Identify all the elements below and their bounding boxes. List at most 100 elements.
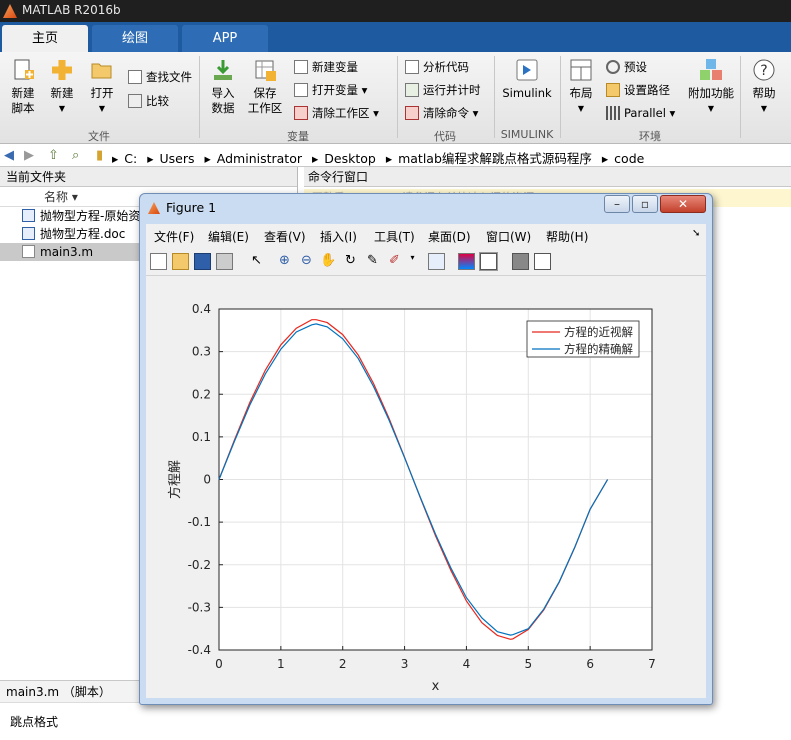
matlab-logo-icon <box>148 202 160 214</box>
analyze-code-button[interactable]: 分析代码 <box>405 58 469 76</box>
open-variable-icon <box>294 83 308 97</box>
link-plot-icon[interactable] <box>428 253 445 270</box>
colorbar-icon[interactable] <box>458 253 475 270</box>
brush-icon[interactable]: ✐ <box>386 253 403 270</box>
folder-icon: ▮ <box>96 148 104 163</box>
back-arrow-icon[interactable]: ◀ <box>4 148 14 163</box>
close-button[interactable]: ✕ <box>660 195 706 213</box>
find-files-button[interactable]: 查找文件 <box>128 68 192 86</box>
minimize-button[interactable]: – <box>604 195 630 213</box>
menu-insert[interactable]: 插入(I) <box>320 228 357 245</box>
figure-window[interactable]: Figure 1 – ▫ ✕ 文件(F) 编辑(E) 查看(V) 插入(I) 工… <box>139 193 713 705</box>
forward-arrow-icon[interactable]: ▶ <box>24 148 34 163</box>
help-label: 帮助 <box>752 86 776 100</box>
set-path-icon <box>606 83 620 97</box>
clear-commands-button[interactable]: 清除命令 ▾ <box>405 104 478 122</box>
save-workspace-icon <box>253 58 277 82</box>
open-variable-button[interactable]: 打开变量 ▾ <box>294 81 367 99</box>
menu-dock-arrow-icon[interactable]: ➘ <box>692 228 700 239</box>
hide-plot-tools-icon[interactable] <box>512 253 529 270</box>
plot-area[interactable]: 0 1 2 3 4 5 6 7 0.4 0.3 0.2 0.1 0 -0.1 -0.2 -0.3 -0.4 x 方程… <box>146 276 706 698</box>
tab-apps[interactable]: APP <box>182 25 268 52</box>
import-data-button[interactable]: 导入 数据 <box>206 58 240 116</box>
new-variable-icon <box>294 60 308 74</box>
run-and-time-button[interactable]: 运行并计时 <box>405 81 481 99</box>
new-label: 新建 <box>50 86 74 100</box>
breadcrumb-item[interactable]: matlab编程求解跳点格式源码程序 <box>398 151 592 166</box>
breadcrumb-item[interactable]: Users <box>160 151 195 166</box>
menu-view[interactable]: 查看(V) <box>264 228 306 245</box>
layout-button[interactable]: 布局 ▼ <box>564 58 598 116</box>
breadcrumb-item[interactable]: code <box>614 151 644 166</box>
compare-button[interactable]: 比较 <box>128 92 169 110</box>
y-tick-label: -0.1 <box>188 515 211 529</box>
figure-title-bar[interactable]: Figure 1 <box>148 197 216 219</box>
tab-home[interactable]: 主页 <box>2 25 88 52</box>
breadcrumb-item[interactable]: C: <box>124 151 137 166</box>
new-script-button[interactable]: 新建 脚本 <box>6 58 40 116</box>
new-button[interactable]: 新建 ▼ <box>46 58 78 116</box>
menu-help[interactable]: 帮助(H) <box>546 228 588 245</box>
legend-label: 方程的精确解 <box>564 342 633 356</box>
menu-edit[interactable]: 编辑(E) <box>208 228 249 245</box>
legend-label: 方程的近视解 <box>564 325 633 339</box>
figure-canvas[interactable]: 0 1 2 3 4 5 6 7 0.4 0.3 0.2 0.1 0 -0.1 -0.2 -0.3 -0.4 x 方程… <box>146 276 706 698</box>
figure-menu-bar: 文件(F) 编辑(E) 查看(V) 插入(I) 工具(T) 桌面(D) 窗口(W… <box>146 224 706 248</box>
addons-button[interactable]: 附加功能 ▼ <box>688 58 734 116</box>
run-and-time-icon <box>405 83 419 97</box>
clear-commands-label: 清除命令 <box>423 106 469 120</box>
maximize-button[interactable]: ▫ <box>632 195 658 213</box>
open-button[interactable]: 打开 ▼ <box>86 58 118 116</box>
menu-window[interactable]: 窗口(W) <box>486 228 531 245</box>
breadcrumb-item[interactable]: Desktop <box>324 151 376 166</box>
save-icon[interactable] <box>194 253 211 270</box>
brush-dropdown-icon[interactable]: ▾ <box>404 253 421 270</box>
legend-icon[interactable] <box>479 252 498 271</box>
ribbon-separator <box>199 56 200 138</box>
import-icon <box>211 58 235 82</box>
set-path-button[interactable]: 设置路径 <box>606 81 670 99</box>
print-icon[interactable] <box>216 253 233 270</box>
simulink-button[interactable]: Simulink <box>500 58 554 101</box>
menu-desktop[interactable]: 桌面(D) <box>428 228 471 245</box>
x-tick-label: 7 <box>648 657 656 671</box>
ribbon-separator <box>494 56 495 138</box>
menu-tools[interactable]: 工具(T) <box>374 228 415 245</box>
zoom-out-icon[interactable]: ⊖ <box>298 253 315 270</box>
open-label: 打开 <box>90 86 114 100</box>
y-tick-label: -0.4 <box>188 643 211 657</box>
x-tick-label: 5 <box>524 657 532 671</box>
preferences-button[interactable]: 预设 <box>606 58 647 76</box>
ribbon-toolbar: 新建 脚本 新建 ▼ 打开 ▼ 查找文件 比较 文件 导入 数据 保存 工作区 新建… <box>0 52 791 144</box>
rotate-3d-icon[interactable]: ↻ <box>342 253 359 270</box>
x-tick-label: 4 <box>463 657 471 671</box>
show-plot-tools-icon[interactable] <box>534 253 551 270</box>
new-script-icon <box>11 58 35 82</box>
menu-file[interactable]: 文件(F) <box>154 228 194 245</box>
new-variable-button[interactable]: 新建变量 <box>294 58 358 76</box>
ribbon-separator <box>560 56 561 138</box>
pointer-icon[interactable]: ↖ <box>248 253 265 270</box>
clear-workspace-button[interactable]: 清除工作区 ▾ <box>294 104 379 122</box>
y-tick-label: 0.1 <box>192 430 211 444</box>
data-cursor-icon[interactable]: ✎ <box>364 253 381 270</box>
ribbon-separator <box>740 56 741 138</box>
help-button[interactable]: ? 帮助 ▼ <box>748 58 780 116</box>
tab-plots[interactable]: 绘图 <box>92 25 178 52</box>
preferences-label: 预设 <box>624 60 647 74</box>
pan-hand-icon[interactable]: ✋ <box>320 253 337 270</box>
open-file-icon[interactable] <box>172 253 189 270</box>
browse-folder-icon[interactable]: ⌕ <box>72 148 79 163</box>
up-folder-icon[interactable]: ⇧ <box>48 148 59 163</box>
clear-workspace-label: 清除工作区 <box>312 106 370 120</box>
zoom-in-icon[interactable]: ⊕ <box>276 253 293 270</box>
parallel-button[interactable]: Parallel ▾ <box>606 104 675 122</box>
save-workspace-button[interactable]: 保存 工作区 <box>246 58 284 116</box>
clear-workspace-icon <box>294 106 308 120</box>
parallel-icon <box>606 106 620 120</box>
breadcrumb-item[interactable]: Administrator <box>217 151 302 166</box>
breadcrumb[interactable]: ▸ C: ▸ Users ▸ Administrator ▸ Desktop ▸ matl… <box>112 148 650 167</box>
new-figure-icon[interactable] <box>150 253 167 270</box>
save-workspace-label: 保存 工作区 <box>247 86 283 115</box>
address-bar: ◀ ▶ ⇧ ⌕ ▮ ▸ C: ▸ Users ▸ Administrator ▸ Des… <box>0 145 791 167</box>
